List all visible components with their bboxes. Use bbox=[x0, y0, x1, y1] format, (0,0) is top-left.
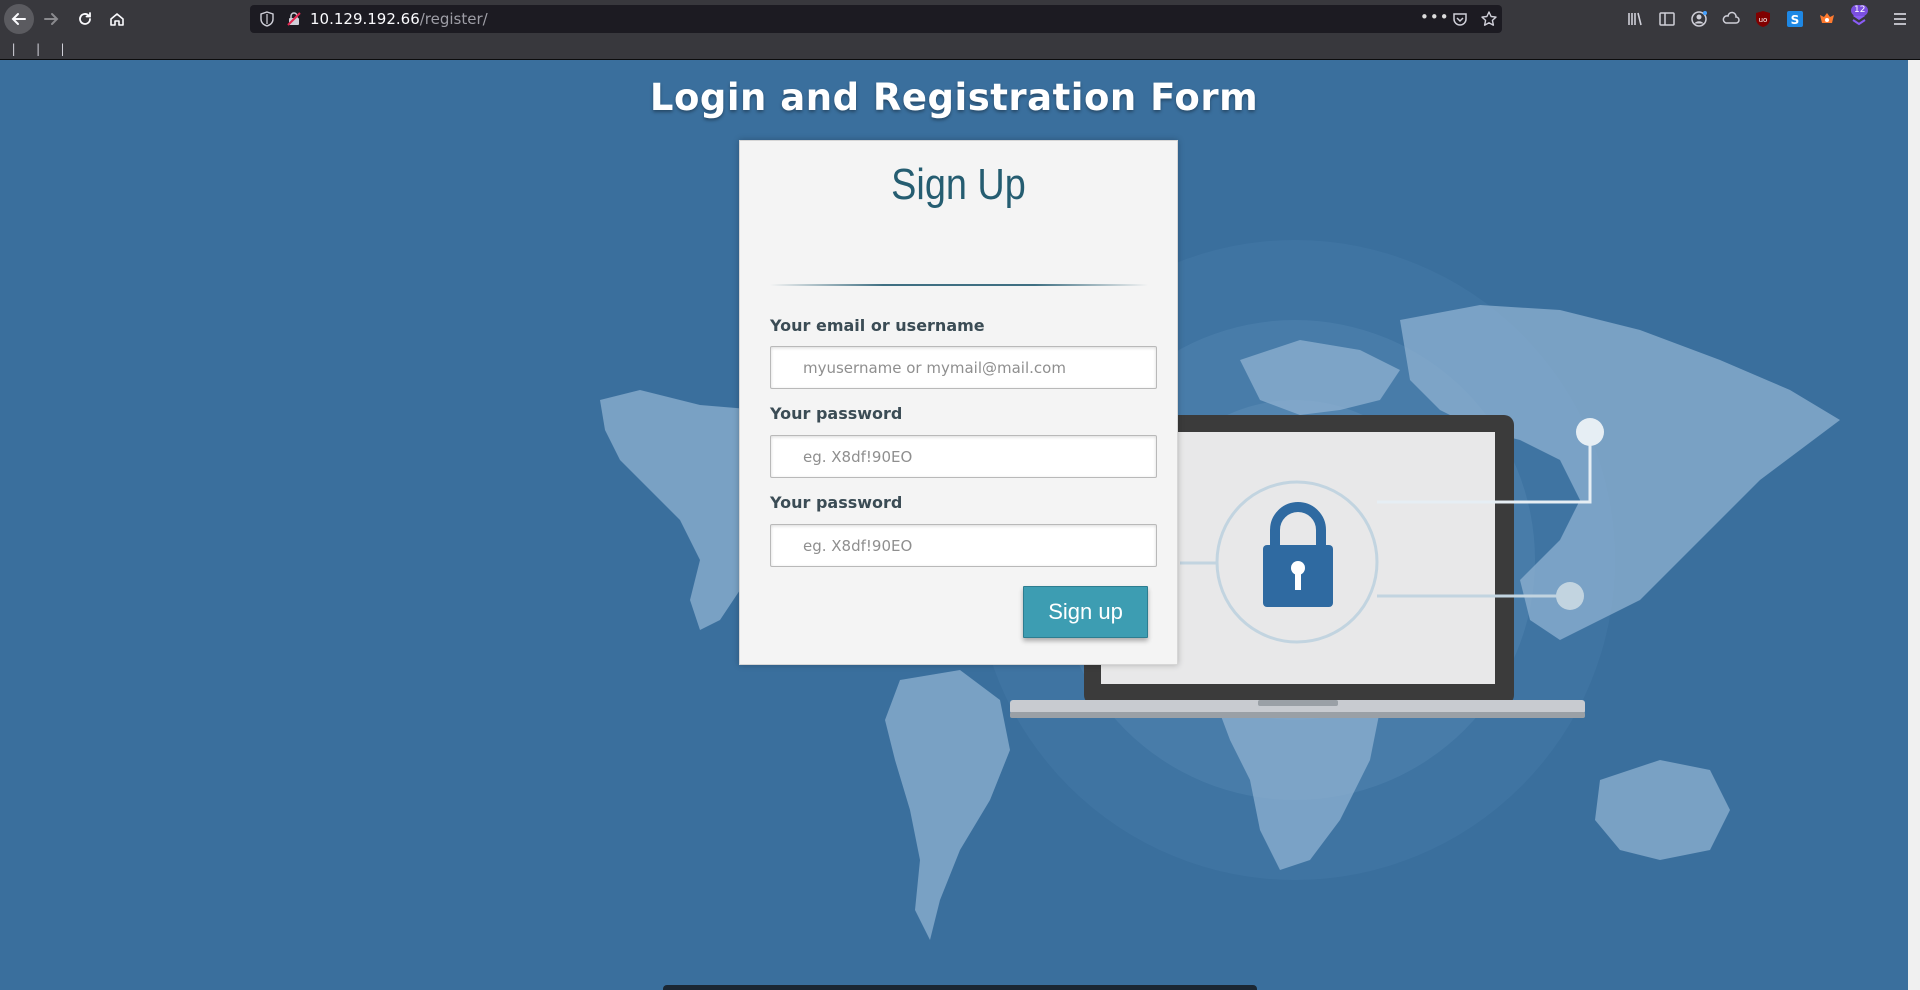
confirm-password-field[interactable] bbox=[770, 524, 1157, 567]
browser-toolbar: 10.129.192.66/register/ ••• uo S 12 bbox=[0, 0, 1920, 37]
reload-icon bbox=[79, 12, 91, 25]
insecure-lock-icon[interactable] bbox=[286, 11, 302, 27]
bottom-element bbox=[663, 985, 1257, 990]
tracking-shield-icon[interactable] bbox=[259, 11, 275, 27]
page-title: Login and Registration Form bbox=[649, 76, 1259, 119]
page-actions-menu[interactable]: ••• bbox=[1420, 8, 1450, 26]
extension-cloud-icon[interactable] bbox=[1721, 9, 1741, 29]
url-text[interactable]: 10.129.192.66/register/ bbox=[310, 10, 488, 28]
home-button[interactable] bbox=[102, 4, 132, 34]
back-arrow-icon bbox=[11, 13, 26, 25]
url-path: /register/ bbox=[419, 10, 488, 28]
svg-text:S: S bbox=[1791, 13, 1800, 27]
confirm-password-label: Your password bbox=[770, 493, 903, 512]
account-icon[interactable] bbox=[1689, 9, 1709, 29]
library-icon[interactable] bbox=[1625, 9, 1645, 29]
bookmarks-separators: | | | bbox=[10, 42, 72, 56]
bookmarks-toolbar bbox=[0, 37, 1920, 60]
svg-text:uo: uo bbox=[1759, 16, 1768, 24]
hamburger-menu-icon[interactable] bbox=[1890, 9, 1910, 29]
heading-divider bbox=[770, 284, 1148, 286]
foxyproxy-icon[interactable] bbox=[1817, 9, 1837, 29]
signup-card: Sign Up Your email or username Your pass… bbox=[739, 140, 1178, 665]
home-icon bbox=[110, 13, 124, 26]
extension-badge: 12 bbox=[1851, 5, 1869, 16]
password-label: Your password bbox=[770, 404, 903, 423]
reload-button[interactable] bbox=[70, 4, 100, 34]
s-extension-icon[interactable]: S bbox=[1785, 9, 1805, 29]
forward-button[interactable] bbox=[36, 4, 66, 34]
pocket-icon[interactable] bbox=[1452, 11, 1468, 27]
forward-arrow-icon bbox=[44, 13, 59, 25]
ublock-icon[interactable]: uo bbox=[1753, 9, 1773, 29]
bookmark-star-icon[interactable] bbox=[1480, 10, 1498, 28]
back-button[interactable] bbox=[4, 4, 34, 34]
url-bar[interactable]: 10.129.192.66/register/ ••• bbox=[250, 5, 1502, 33]
page-content: Login and Registration Form Sign Up Your… bbox=[0, 60, 1908, 990]
url-host: 10.129.192.66 bbox=[310, 10, 420, 28]
email-field[interactable] bbox=[770, 346, 1157, 389]
sidebar-icon[interactable] bbox=[1657, 9, 1677, 29]
signup-button[interactable]: Sign up bbox=[1023, 586, 1148, 638]
signup-heading: Sign Up bbox=[891, 160, 1026, 209]
page-scrollbar[interactable] bbox=[1908, 60, 1920, 990]
password-field[interactable] bbox=[770, 435, 1157, 478]
email-label: Your email or username bbox=[770, 316, 985, 335]
